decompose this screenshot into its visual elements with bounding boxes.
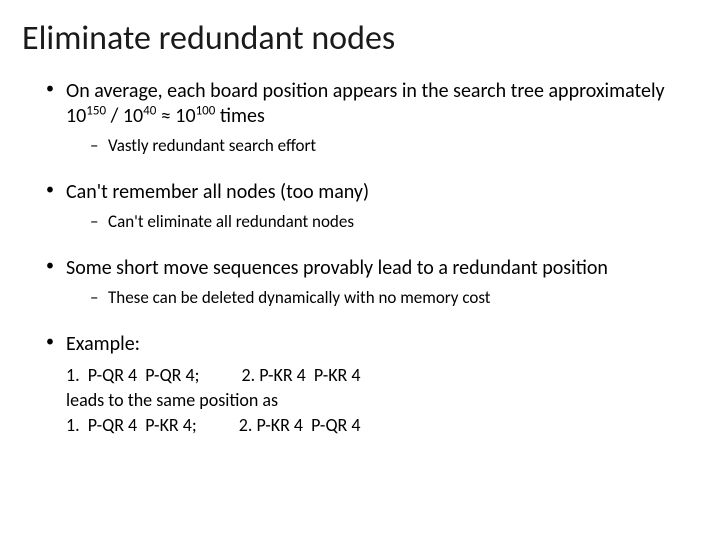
example-line-1: 1. P-QR 4 P-QR 4; 2. P-KR 4 P-KR 4 [66,363,690,388]
slide-title: Eliminate redundant nodes [22,18,690,59]
move-seq: 1. P-QR 4 P-KR 4; [66,414,197,436]
sub-list: These can be deleted dynamically with no… [66,287,690,310]
superscript: 40 [143,103,156,118]
example-line-2: leads to the same position as [66,388,690,413]
superscript: 100 [196,103,216,118]
bullet-1: On average, each board position appears … [44,79,690,158]
sub-list: Vastly redundant search effort [66,135,690,158]
bullet-4-example: Example: 1. P-QR 4 P-QR 4; 2. P-KR 4 P-KR… [44,332,690,439]
text: ≈ 10 [156,104,195,128]
bullet-2: Can't remember all nodes (too many) Can'… [44,180,690,234]
sub-text: These can be deleted dynamically with no… [108,287,491,308]
text: / 10 [106,104,143,128]
text: times [215,104,264,128]
bullet-3: Some short move sequences provably lead … [44,256,690,310]
bullet-2-text: Can't remember all nodes (too many) [66,180,369,204]
sub-text: Can't eliminate all redundant nodes [108,211,354,232]
move-seq: 2. P-KR 4 P-QR 4 [239,414,361,436]
bullet-4-text: Example: [66,332,140,356]
sub-list: Can't eliminate all redundant nodes [66,211,690,234]
example-line-3: 1. P-QR 4 P-KR 4; 2. P-KR 4 P-QR 4 [66,413,690,438]
sub-bullet: Vastly redundant search effort [90,135,690,158]
superscript: 150 [86,103,106,118]
bullet-1-text: On average, each board position appears … [66,79,665,128]
move-seq: 1. P-QR 4 P-QR 4; [66,364,199,386]
move-seq: 2. P-KR 4 P-KR 4 [241,364,360,386]
bullet-3-text: Some short move sequences provably lead … [66,256,608,280]
text: leads to the same position as [66,389,278,411]
sub-bullet: Can't eliminate all redundant nodes [90,211,690,234]
example-block: 1. P-QR 4 P-QR 4; 2. P-KR 4 P-KR 4 leads … [66,363,690,439]
bullet-list: On average, each board position appears … [30,79,690,438]
sub-text: Vastly redundant search effort [108,135,316,156]
sub-bullet: These can be deleted dynamically with no… [90,287,690,310]
